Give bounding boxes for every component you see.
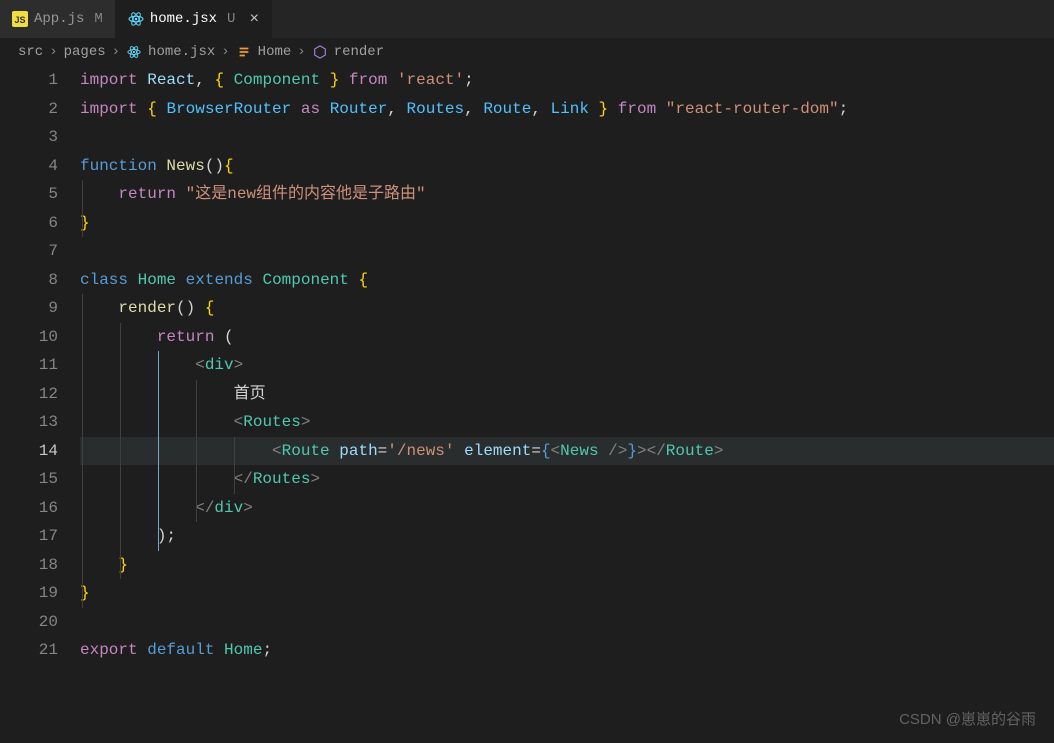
line-number: 15 [0, 465, 58, 494]
class-icon [236, 44, 252, 60]
breadcrumb-item[interactable]: render [334, 44, 384, 60]
code-line[interactable]: } [80, 579, 1054, 608]
line-number: 11 [0, 351, 58, 380]
chevron-icon: › [297, 44, 305, 60]
code-line[interactable]: <Route path='/news' element={<News />}><… [80, 437, 1054, 466]
line-number: 12 [0, 380, 58, 409]
close-icon[interactable]: × [249, 10, 259, 28]
breadcrumb-item[interactable]: Home [258, 44, 292, 60]
tab-status: U [227, 11, 235, 27]
js-icon: JS [12, 11, 28, 27]
code-line[interactable]: import React, { Component } from 'react'… [80, 66, 1054, 95]
tab-label: App.js [34, 11, 84, 27]
code-editor[interactable]: 123456789101112131415161718192021 import… [0, 66, 1054, 665]
code-line[interactable]: </div> [80, 494, 1054, 523]
react-icon [126, 44, 142, 60]
code-line[interactable]: render() { [80, 294, 1054, 323]
line-number: 9 [0, 294, 58, 323]
breadcrumb-item[interactable]: home.jsx [148, 44, 215, 60]
code-line[interactable]: } [80, 209, 1054, 238]
line-number: 18 [0, 551, 58, 580]
svg-text:JS: JS [14, 15, 25, 25]
tab-bar: JS App.js M home.jsx U × [0, 0, 1054, 38]
line-number: 6 [0, 209, 58, 238]
chevron-icon: › [112, 44, 120, 60]
line-number: 5 [0, 180, 58, 209]
watermark: CSDN @崽崽的谷雨 [899, 708, 1036, 729]
method-icon [312, 44, 328, 60]
line-number: 3 [0, 123, 58, 152]
breadcrumb-item[interactable]: src [18, 44, 43, 60]
line-number: 21 [0, 636, 58, 665]
line-number: 1 [0, 66, 58, 95]
code-line[interactable] [80, 608, 1054, 637]
code-line[interactable]: class Home extends Component { [80, 266, 1054, 295]
tab-app-js[interactable]: JS App.js M [0, 0, 116, 38]
line-number: 17 [0, 522, 58, 551]
chevron-icon: › [49, 44, 57, 60]
breadcrumb-item[interactable]: pages [64, 44, 106, 60]
line-number: 10 [0, 323, 58, 352]
code-line[interactable]: </Routes> [80, 465, 1054, 494]
code-line[interactable]: } [80, 551, 1054, 580]
code-line[interactable]: import { BrowserRouter as Router, Routes… [80, 95, 1054, 124]
code-line[interactable] [80, 237, 1054, 266]
line-number: 7 [0, 237, 58, 266]
line-gutter: 123456789101112131415161718192021 [0, 66, 80, 665]
code-line[interactable]: export default Home; [80, 636, 1054, 665]
code-line[interactable]: return ( [80, 323, 1054, 352]
line-number: 8 [0, 266, 58, 295]
code-line[interactable]: 首页 [80, 380, 1054, 409]
code-line[interactable] [80, 123, 1054, 152]
line-number: 4 [0, 152, 58, 181]
tab-status: M [94, 11, 102, 27]
breadcrumb[interactable]: src › pages › home.jsx › Home › render [0, 38, 1054, 66]
line-number: 16 [0, 494, 58, 523]
tab-home-jsx[interactable]: home.jsx U × [116, 0, 272, 38]
code-line[interactable]: function News(){ [80, 152, 1054, 181]
code-line[interactable]: return "这是new组件的内容他是子路由" [80, 180, 1054, 209]
code-area[interactable]: import React, { Component } from 'react'… [80, 66, 1054, 665]
line-number: 20 [0, 608, 58, 637]
line-number: 2 [0, 95, 58, 124]
line-number: 14 [0, 437, 58, 466]
tab-label: home.jsx [150, 11, 217, 27]
line-number: 13 [0, 408, 58, 437]
code-line[interactable]: <Routes> [80, 408, 1054, 437]
code-line[interactable]: <div> [80, 351, 1054, 380]
chevron-icon: › [221, 44, 229, 60]
react-icon [128, 11, 144, 27]
line-number: 19 [0, 579, 58, 608]
code-line[interactable]: ); [80, 522, 1054, 551]
